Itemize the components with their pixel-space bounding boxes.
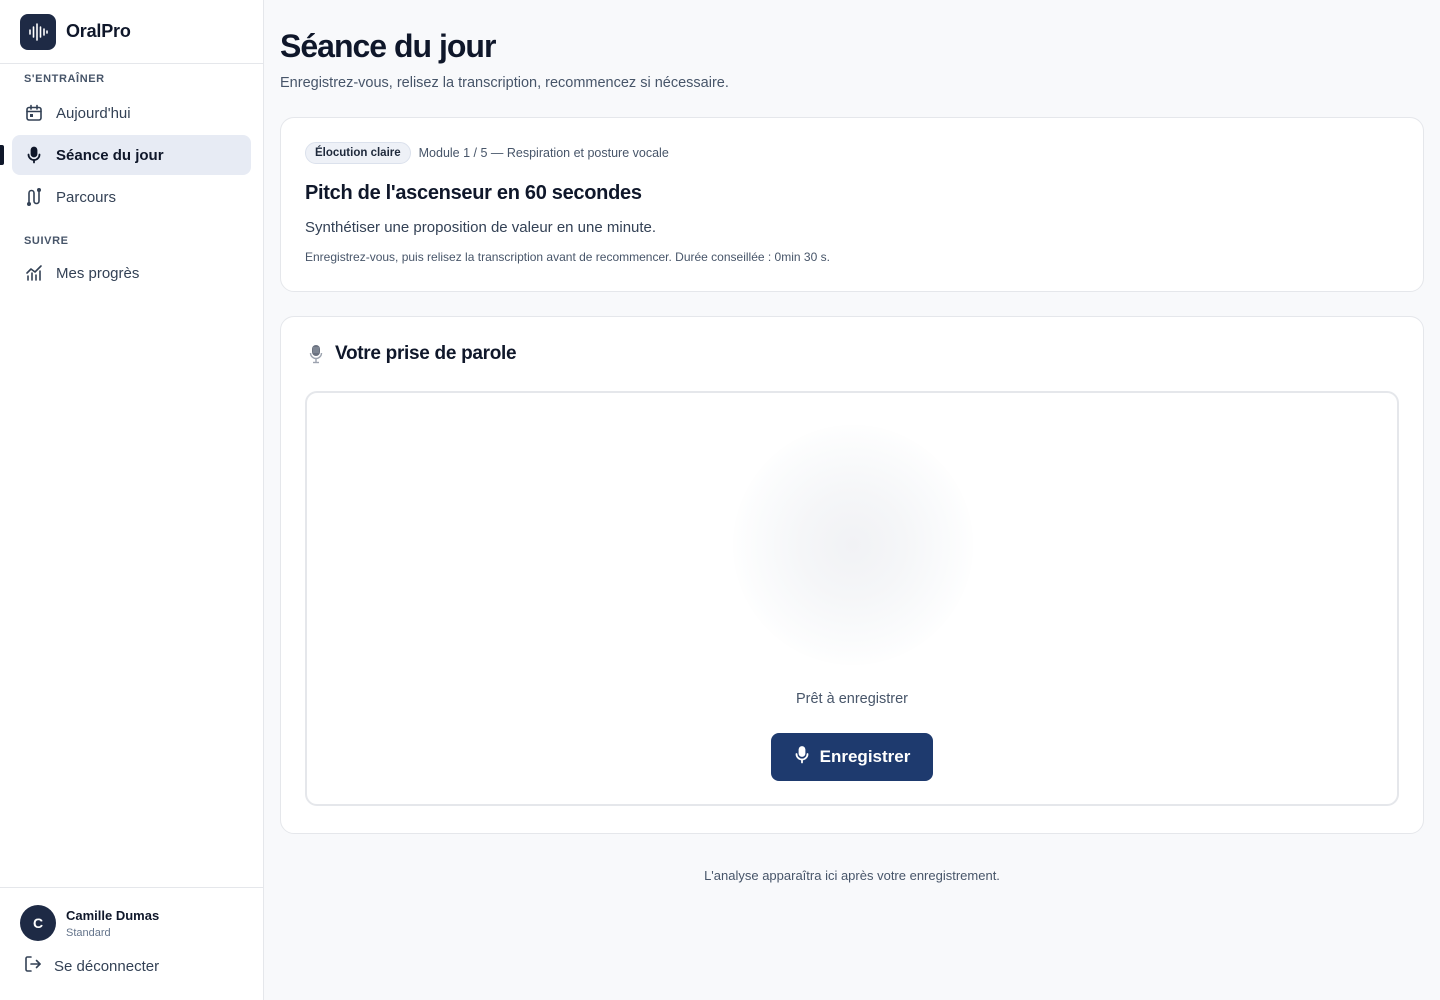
sidebar-item-label: Aujourd'hui <box>56 104 131 122</box>
waveform-logo-icon <box>20 13 56 50</box>
brand[interactable]: OralPro <box>0 0 263 64</box>
skill-badge: Élocution claire <box>305 142 411 164</box>
sidebar-item-session[interactable]: Séance du jour <box>0 135 251 175</box>
logout-button[interactable]: Se déconnecter <box>0 955 263 977</box>
page-title: Séance du jour <box>280 28 496 64</box>
sidebar-item-path[interactable]: Parcours <box>12 177 251 217</box>
exercise-card: Élocution claire Module 1 / 5 — Respirat… <box>280 117 1424 292</box>
chart-icon <box>24 263 44 283</box>
main-content: Séance du jour Enregistrez-vous, relisez… <box>280 0 1424 883</box>
nav-section-title: SUIVRE <box>24 235 69 247</box>
app-name: OralPro <box>66 21 131 41</box>
recorder-title: Votre prise de parole <box>335 343 517 364</box>
sidebar: OralPro S'ENTRAÎNER Aujourd'hui Séance d… <box>0 0 264 1000</box>
user-area: C Camille Dumas Standard Se déconnecter <box>0 887 263 1000</box>
sidebar-item-label: Séance du jour <box>56 146 164 164</box>
sidebar-item-progress[interactable]: Mes progrès <box>12 253 251 293</box>
user-name: Camille Dumas <box>66 907 160 923</box>
user-plan: Standard <box>66 926 111 939</box>
sidebar-item-label: Mes progrès <box>56 264 140 282</box>
recorder-card: Votre prise de parole Prêt à enregistrer… <box>280 316 1424 834</box>
calendar-icon <box>24 103 44 123</box>
microphone-icon <box>794 745 810 769</box>
audio-level-orb <box>733 425 973 665</box>
exercise-hint: Enregistrez-vous, puis relisez la transc… <box>305 250 830 264</box>
exercise-title: Pitch de l'ascenseur en 60 secondes <box>305 182 642 204</box>
logout-label: Se déconnecter <box>54 957 160 975</box>
route-icon <box>24 187 44 207</box>
recorder-status: Prêt à enregistrer <box>795 691 909 707</box>
exercise-description: Synthétiser une proposition de valeur en… <box>305 219 657 236</box>
sidebar-item-label: Parcours <box>56 188 117 206</box>
analysis-placeholder: L'analyse apparaîtra ici après votre enr… <box>704 868 1000 883</box>
record-button[interactable]: Enregistrer <box>771 733 933 781</box>
logout-icon <box>24 955 42 977</box>
page-subtitle: Enregistrez-vous, relisez la transcripti… <box>280 75 729 91</box>
studio-microphone-icon <box>305 343 327 365</box>
nav-section-title: S'ENTRAÎNER <box>24 73 105 85</box>
record-button-label: Enregistrer <box>819 747 911 766</box>
recorder-area: Prêt à enregistrer Enregistrer <box>305 391 1399 806</box>
module-info: Module 1 / 5 — Respiration et posture vo… <box>418 146 669 160</box>
microphone-icon <box>24 145 44 165</box>
sidebar-item-today[interactable]: Aujourd'hui <box>12 93 251 133</box>
avatar: C <box>20 905 56 941</box>
user-profile[interactable]: C Camille Dumas Standard <box>0 888 263 941</box>
